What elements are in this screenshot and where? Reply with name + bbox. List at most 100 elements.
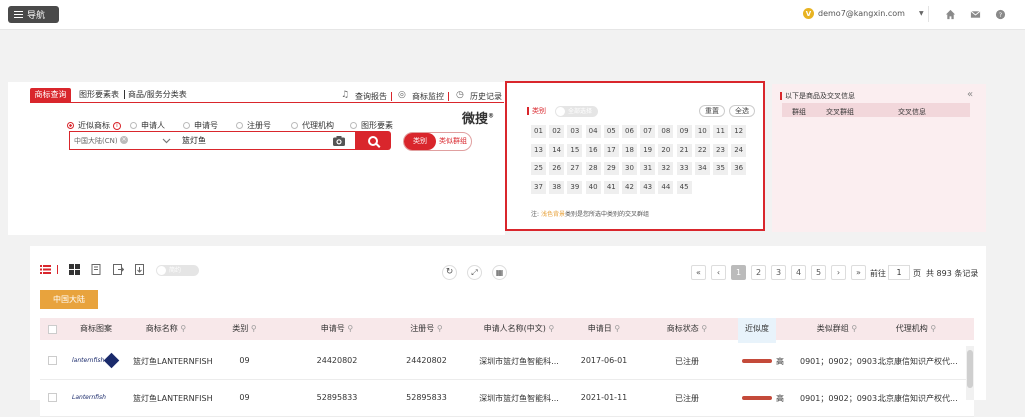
- class-number[interactable]: 41: [603, 181, 619, 195]
- class-number[interactable]: 03: [567, 125, 583, 138]
- column-header[interactable]: 商标名称 ⚲: [133, 318, 199, 340]
- page-4-button[interactable]: 4: [791, 265, 806, 280]
- class-number[interactable]: 07: [640, 125, 656, 138]
- class-number[interactable]: 24: [731, 143, 747, 157]
- class-number[interactable]: 05: [603, 125, 619, 138]
- class-number[interactable]: 28: [585, 162, 601, 176]
- column-header[interactable]: 代理机构 ⚲: [878, 318, 954, 340]
- search-icon[interactable]: ⚲: [178, 324, 186, 333]
- class-number[interactable]: 06: [622, 125, 637, 138]
- class-number[interactable]: 14: [549, 143, 565, 157]
- class-number[interactable]: 27: [567, 162, 583, 176]
- class-number[interactable]: 16: [585, 143, 601, 157]
- class-number[interactable]: 25: [531, 162, 546, 176]
- user-menu[interactable]: V demo7@kangxin.com ▼: [803, 8, 924, 19]
- class-number[interactable]: 09: [676, 125, 692, 138]
- column-header[interactable]: 申请号 ⚲: [312, 318, 362, 340]
- class-number[interactable]: 35: [713, 162, 728, 176]
- nav-menu-button[interactable]: 导航: [8, 6, 59, 23]
- class-number[interactable]: 10: [694, 125, 710, 138]
- search-icon[interactable]: ⚲: [434, 324, 443, 333]
- clear-country-icon[interactable]: ×: [120, 136, 128, 144]
- class-number[interactable]: 37: [531, 181, 546, 195]
- grid-view-icon[interactable]: [69, 264, 80, 275]
- class-number[interactable]: 40: [585, 181, 601, 195]
- search-icon[interactable]: ⚲: [928, 324, 936, 333]
- class-number[interactable]: 19: [640, 143, 656, 157]
- search-icon[interactable]: ⚲: [248, 324, 257, 333]
- export-icon[interactable]: [113, 264, 124, 275]
- row-checkbox[interactable]: [48, 393, 57, 402]
- search-icon[interactable]: ⚲: [345, 324, 353, 333]
- class-number[interactable]: 38: [549, 181, 565, 195]
- row-checkbox[interactable]: [48, 356, 57, 365]
- class-number[interactable]: 26: [549, 162, 565, 176]
- class-number[interactable]: 22: [694, 143, 710, 157]
- download-icon[interactable]: [135, 264, 146, 275]
- class-number[interactable]: 45: [676, 181, 692, 195]
- radio-application-no[interactable]: 申请号: [183, 120, 218, 131]
- class-number[interactable]: 23: [713, 143, 728, 157]
- search-icon[interactable]: ⚲: [699, 324, 707, 333]
- radio-agency[interactable]: 代理机构: [291, 120, 334, 131]
- page-1-button[interactable]: 1: [731, 265, 746, 280]
- search-query[interactable]: 篮灯鱼: [182, 135, 206, 146]
- class-number[interactable]: 39: [567, 181, 583, 195]
- radio-applicant[interactable]: 申请人: [130, 120, 165, 131]
- column-header[interactable]: 商标状态 ⚲: [655, 318, 719, 340]
- column-header[interactable]: 近似度: [738, 318, 776, 340]
- class-number[interactable]: 15: [567, 143, 583, 157]
- chevron-down-icon[interactable]: [162, 138, 171, 144]
- column-header[interactable]: 申请人名称(中文) ⚲: [474, 318, 564, 340]
- page-5-button[interactable]: 5: [811, 265, 826, 280]
- class-number[interactable]: 13: [531, 143, 546, 157]
- class-number[interactable]: 12: [731, 125, 747, 138]
- select-all-button[interactable]: 全选: [729, 105, 755, 117]
- select-all-switch[interactable]: 全部选择: [555, 106, 598, 117]
- select-all-checkbox[interactable]: [48, 325, 57, 334]
- goto-page-input[interactable]: 1: [888, 265, 910, 280]
- class-number[interactable]: 04: [585, 125, 601, 138]
- class-number[interactable]: 32: [658, 162, 674, 176]
- home-icon[interactable]: [945, 9, 956, 20]
- class-number[interactable]: 02: [549, 125, 565, 138]
- region-china-button[interactable]: 中国大陆: [40, 290, 98, 309]
- toggle-similar-group[interactable]: 类似群组: [439, 133, 467, 150]
- radio-similar[interactable]: 近似商标 i: [67, 120, 121, 131]
- radio-graphic[interactable]: 图形要素: [350, 120, 393, 131]
- class-number[interactable]: 21: [676, 143, 692, 157]
- page-nav-button[interactable]: ›: [831, 265, 846, 280]
- tab-goods-classes[interactable]: 商品/服务分类表: [128, 89, 187, 100]
- class-number[interactable]: 44: [658, 181, 674, 195]
- page-nav-button[interactable]: «: [691, 265, 706, 280]
- page-nav-button[interactable]: »: [851, 265, 866, 280]
- reset-button[interactable]: 重置: [699, 105, 725, 117]
- class-number[interactable]: 43: [640, 181, 656, 195]
- country-select[interactable]: 中国大陆(CN): [74, 136, 118, 146]
- search-button[interactable]: [355, 131, 391, 150]
- link-history[interactable]: 历史记录: [470, 91, 502, 102]
- column-header[interactable]: 类别 ⚲: [222, 318, 267, 340]
- mail-icon[interactable]: [970, 9, 981, 20]
- tab-trademark-search[interactable]: 商标查询: [30, 88, 71, 102]
- search-icon[interactable]: ⚲: [546, 324, 554, 333]
- class-number[interactable]: 20: [658, 143, 674, 157]
- scrollbar-thumb[interactable]: [967, 350, 973, 388]
- tab-graphic-elements[interactable]: 图形要素表: [79, 89, 119, 100]
- trademark-name-link[interactable]: 篮灯鱼LANTERNFISH: [133, 356, 213, 367]
- help-icon[interactable]: ?: [995, 9, 1006, 20]
- report-icon[interactable]: [91, 264, 102, 275]
- refresh-icon[interactable]: ↻: [442, 265, 457, 280]
- trademark-name-link[interactable]: 篮灯鱼LANTERNFISH: [133, 393, 213, 404]
- class-number[interactable]: 17: [603, 143, 619, 157]
- column-header[interactable]: 注册号 ⚲: [399, 318, 454, 340]
- class-number[interactable]: 31: [640, 162, 656, 176]
- list-view-icon[interactable]: [40, 264, 51, 275]
- camera-icon[interactable]: [332, 135, 346, 147]
- class-number[interactable]: 11: [713, 125, 728, 138]
- fullscreen-icon[interactable]: ⤢: [467, 265, 482, 280]
- class-number[interactable]: 34: [694, 162, 710, 176]
- class-number[interactable]: 36: [731, 162, 747, 176]
- column-header[interactable]: 类似群组 ⚲: [800, 318, 874, 340]
- radio-registration-no[interactable]: 注册号: [236, 120, 271, 131]
